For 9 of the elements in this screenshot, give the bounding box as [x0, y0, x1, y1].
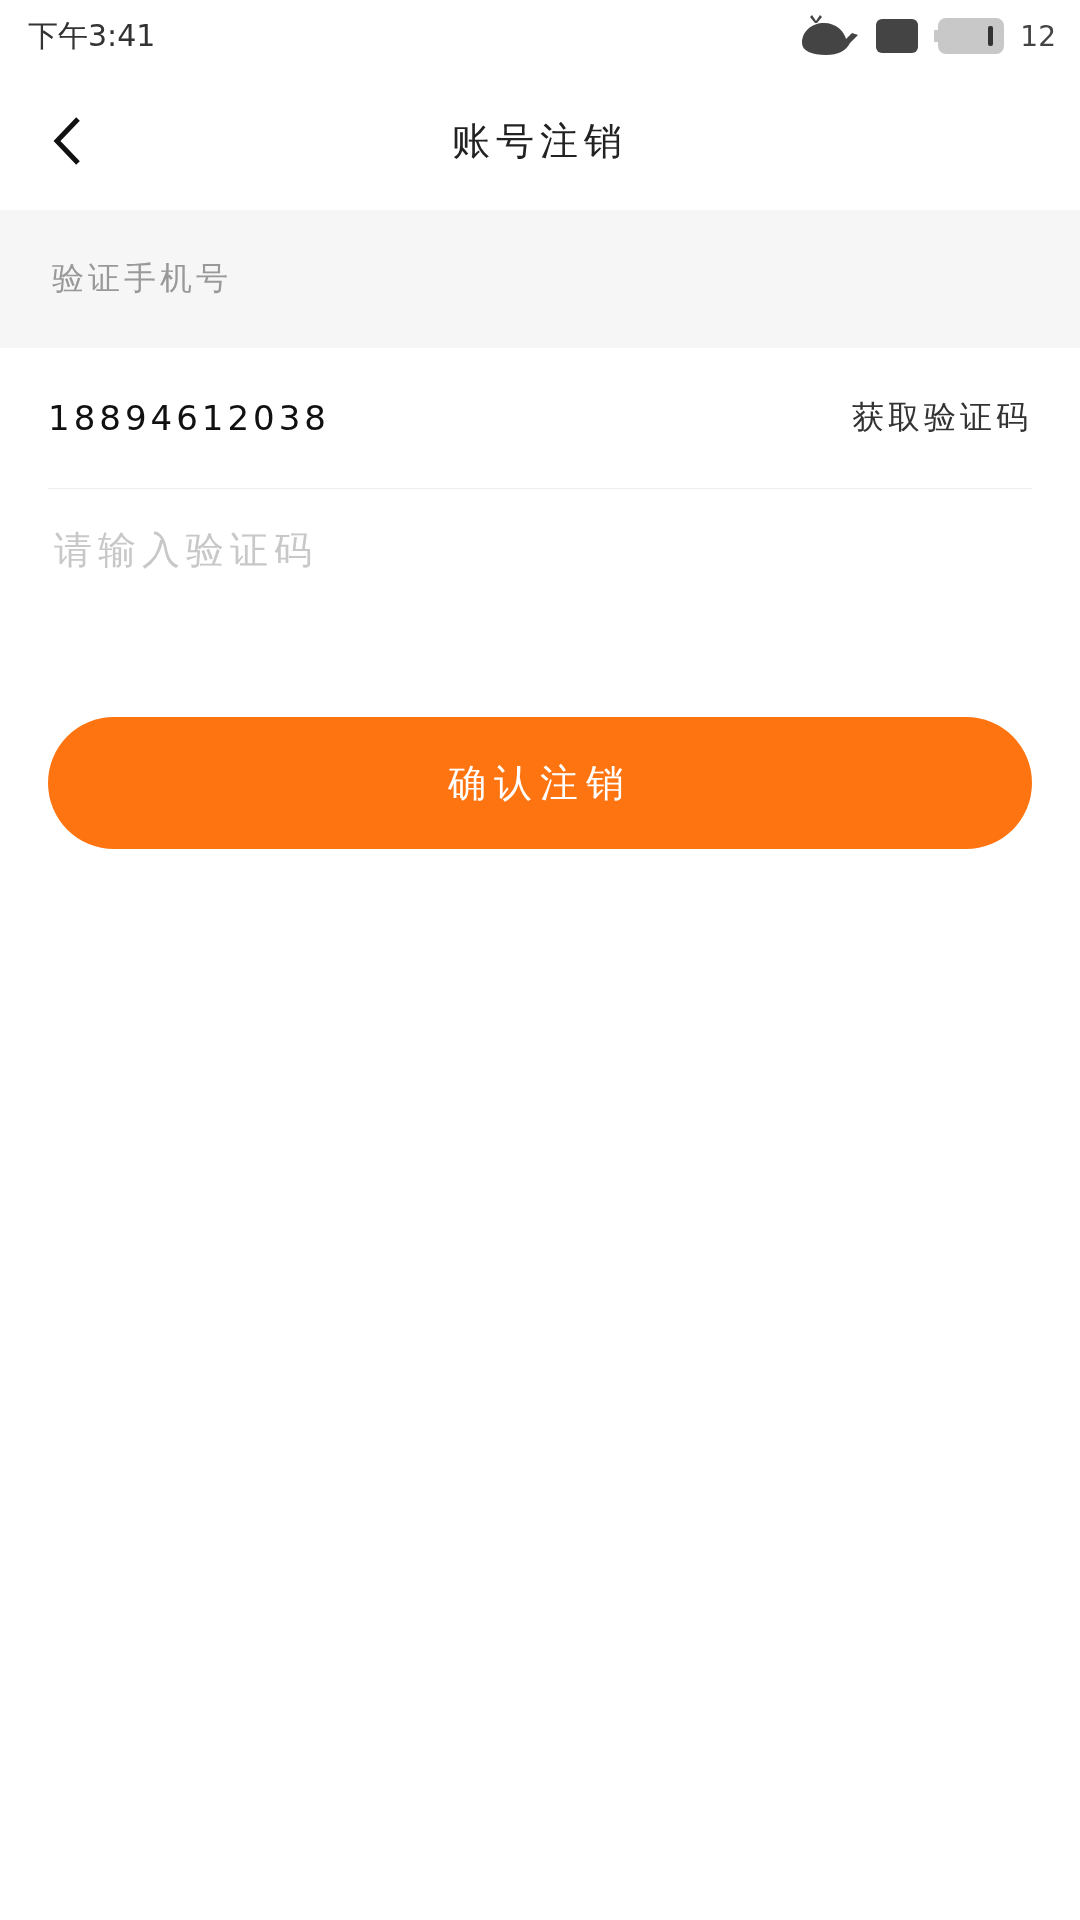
status-time: 下午3:41 — [28, 16, 157, 55]
page-title: 账号注销 — [452, 117, 628, 165]
battery-level-text: 12 — [1020, 19, 1056, 53]
battery-icon — [934, 18, 1005, 54]
get-code-button[interactable]: 获取验证码 — [852, 396, 1032, 440]
section-label: 验证手机号 — [52, 258, 232, 299]
back-icon[interactable] — [52, 116, 82, 166]
phone-number: 18894612038 — [48, 398, 330, 438]
square-icon — [876, 19, 919, 53]
